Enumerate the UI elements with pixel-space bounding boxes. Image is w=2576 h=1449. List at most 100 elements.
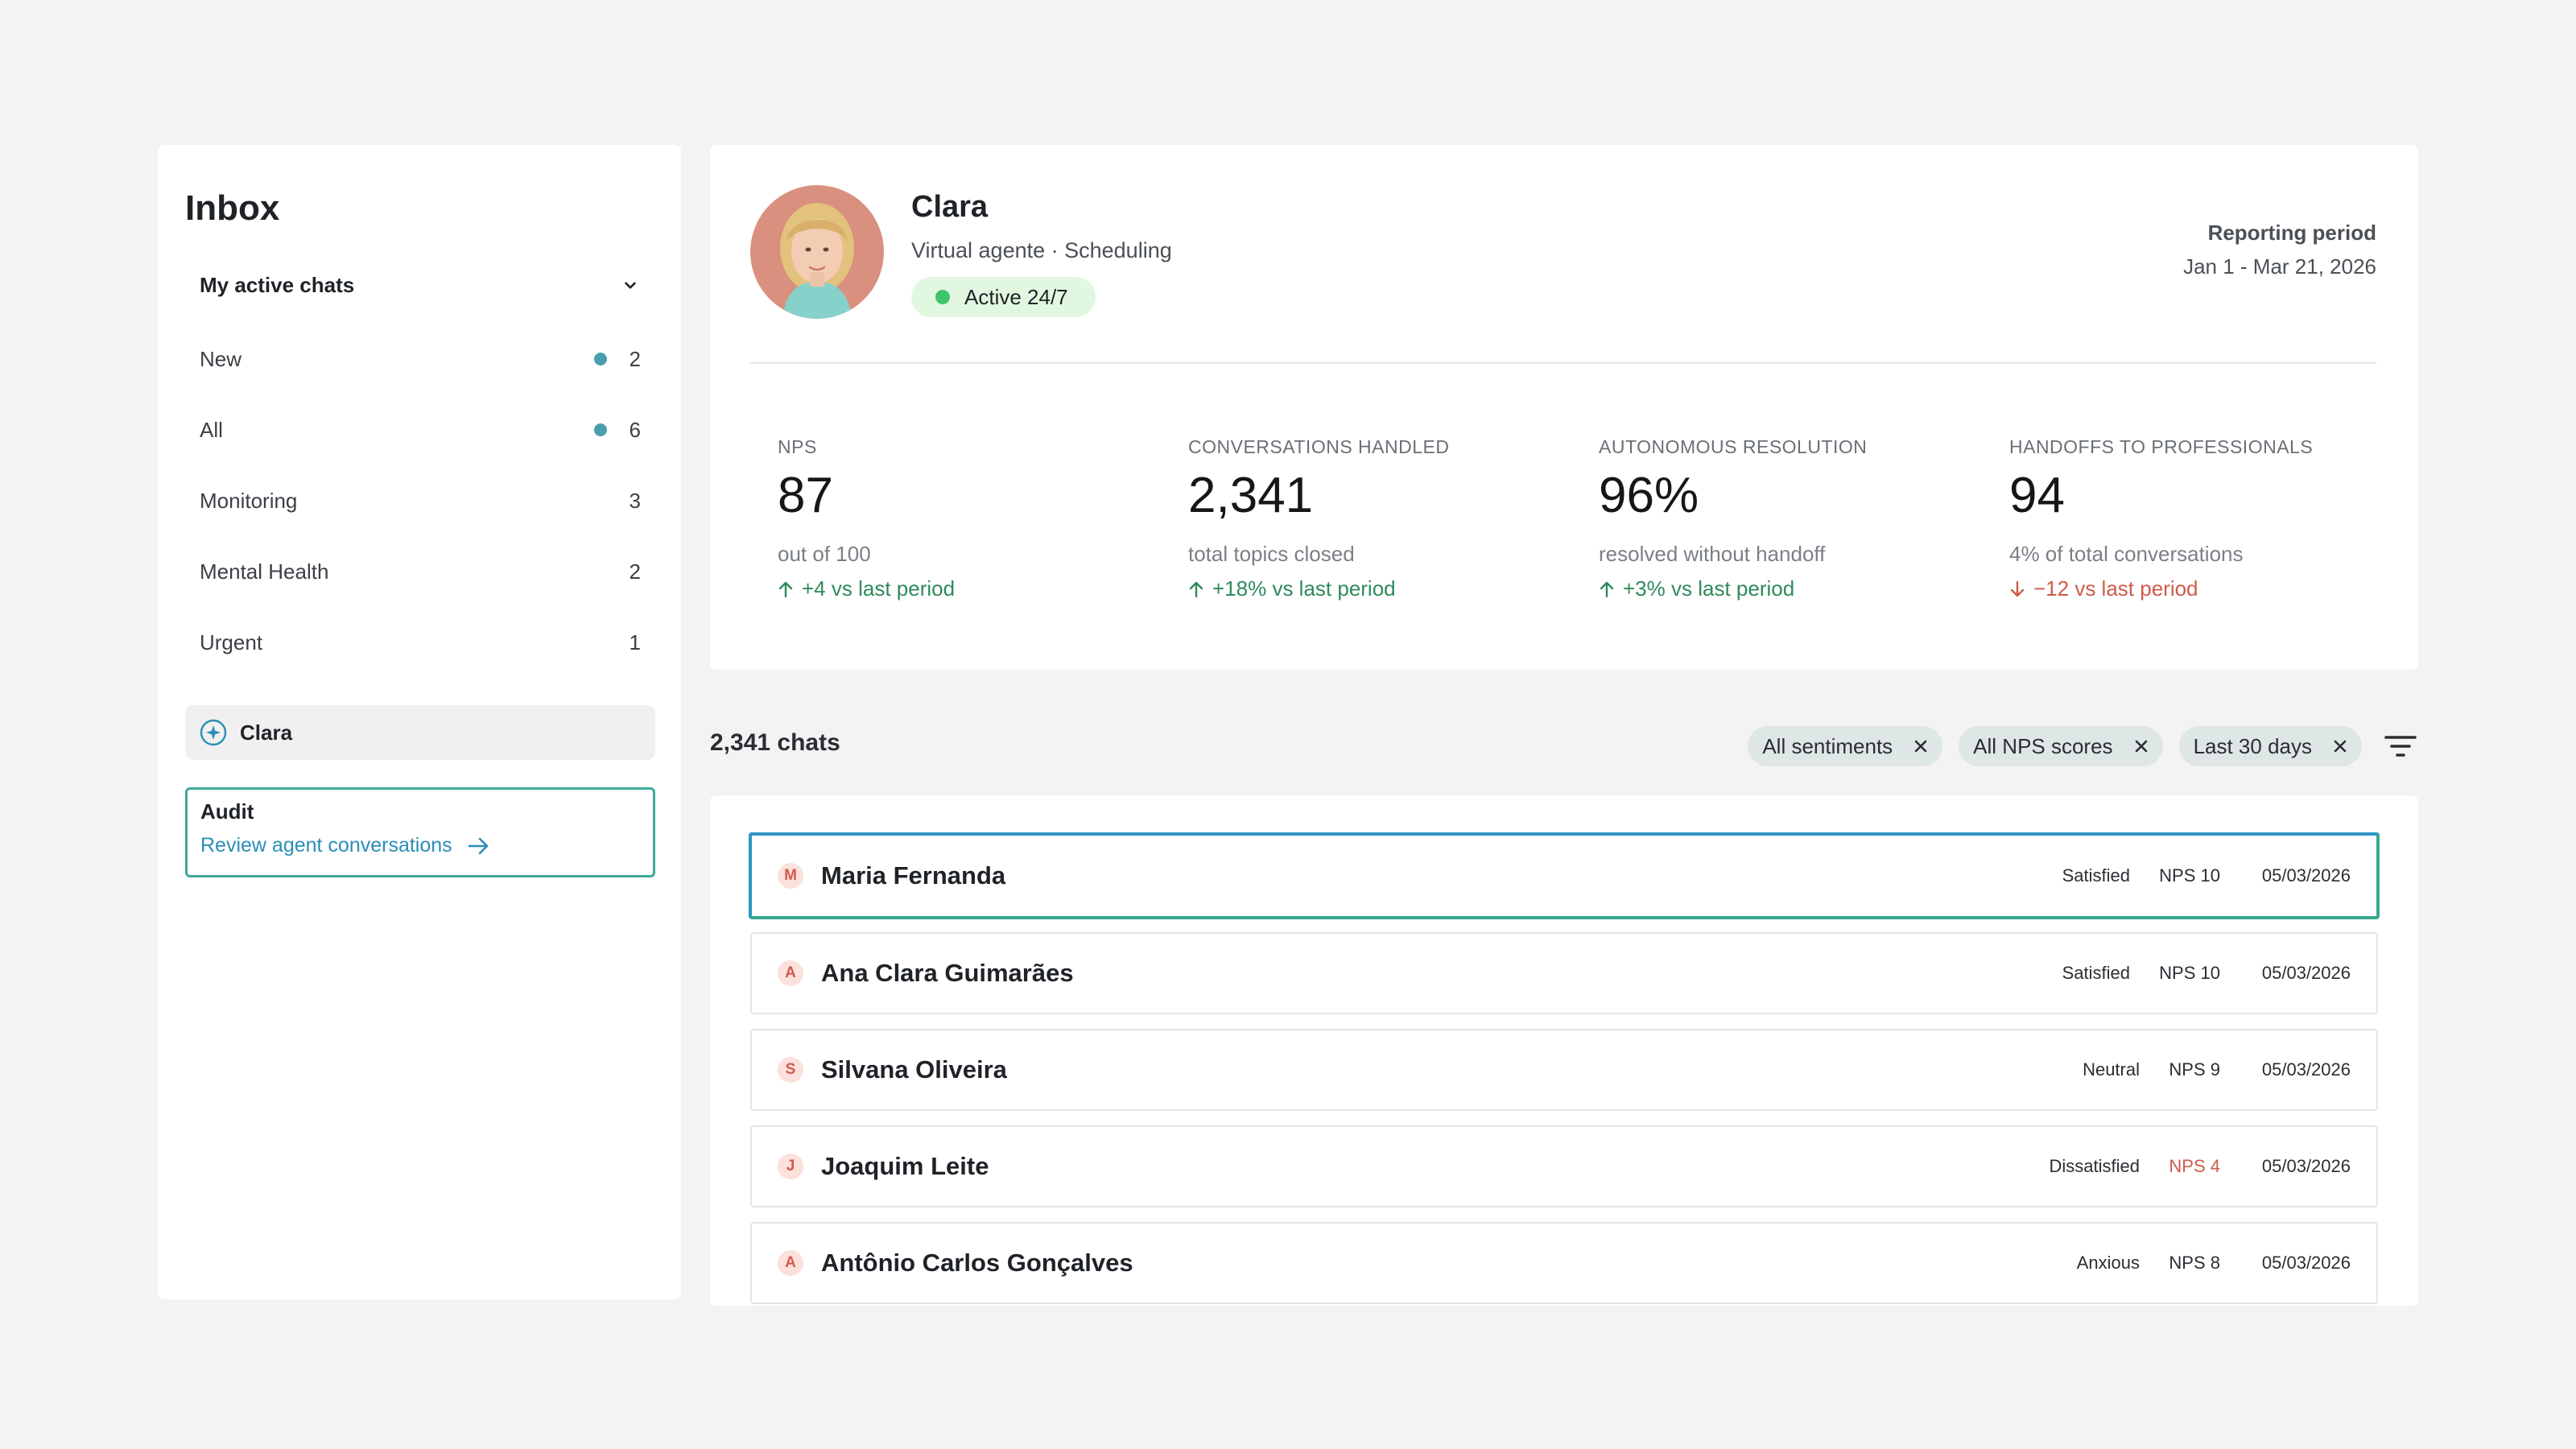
agent-overview-card: Clara Virtual agente · Scheduling Active…	[710, 145, 2418, 670]
nps-score: NPS 10	[2159, 963, 2220, 983]
metric-subtitle: 4% of total conversations	[2009, 542, 2244, 566]
arrow-up-icon	[1189, 581, 1203, 597]
metric-subtitle: resolved without handoff	[1599, 542, 1826, 566]
contact-name: Maria Fernanda	[821, 861, 1006, 890]
contact-name: Silvana Oliveira	[821, 1055, 1007, 1084]
filter-chip-label: Last 30 days	[2193, 733, 2312, 758]
chat-row[interactable]: M Maria Fernanda Satisfied NPS 10 05/03/…	[749, 832, 2380, 919]
metric-value: 87	[778, 468, 833, 523]
avatar	[750, 185, 884, 319]
item-count: 6	[629, 417, 641, 442]
arrow-up-icon	[1600, 581, 1614, 597]
my-active-chats-toggle[interactable]: My active chats	[185, 254, 655, 316]
close-icon[interactable]	[2333, 739, 2347, 753]
metric-delta: +18% vs last period	[1188, 576, 1599, 601]
sidebar-item-mental-health[interactable]: Mental Health 2	[185, 536, 655, 607]
unread-dot	[594, 353, 607, 365]
chat-list: M Maria Fernanda Satisfied NPS 10 05/03/…	[710, 795, 2418, 1306]
metric-delta-label: −12 vs last period	[2033, 576, 2198, 601]
filter-chip-nps[interactable]: All NPS scores	[1959, 726, 2163, 766]
metric-conversations-handled: CONVERSATIONS HANDLED 2,341 total topics…	[1188, 436, 1599, 601]
chat-date: 05/03/2026	[2261, 963, 2351, 983]
arrow-right-icon	[468, 837, 488, 854]
filter-chip-label: All sentiments	[1762, 733, 1893, 758]
chat-date: 05/03/2026	[2261, 1253, 2351, 1273]
sidebar-item-label: Mental Health	[200, 559, 329, 584]
sentiment-label: Anxious	[2076, 1253, 2140, 1273]
filter-chip-sentiment[interactable]: All sentiments	[1748, 726, 1943, 766]
item-count: 3	[629, 488, 641, 513]
sentiment-label: Satisfied	[2062, 865, 2130, 886]
audit-title: Audit	[200, 799, 254, 824]
sparkle-icon	[200, 719, 227, 746]
metric-delta-label: +3% vs last period	[1623, 576, 1795, 601]
chat-row[interactable]: J Joaquim Leite Dissatisfied NPS 4 05/03…	[750, 1125, 2378, 1208]
sidebar-item-urgent[interactable]: Urgent 1	[185, 607, 655, 678]
contact-initial: M	[778, 863, 803, 889]
close-icon[interactable]	[2134, 739, 2149, 753]
metric-delta-label: +4 vs last period	[802, 576, 956, 601]
sidebar-item-label: Clara	[240, 720, 293, 745]
review-conversations-link[interactable]: Review agent conversations	[200, 834, 640, 857]
section-label: My active chats	[200, 272, 355, 297]
sidebar-item-all[interactable]: All 6	[185, 394, 655, 465]
nps-score: NPS 9	[2169, 1059, 2220, 1080]
chat-row[interactable]: A Ana Clara Guimarães Satisfied NPS 10 0…	[750, 932, 2378, 1014]
sentiment-label: Dissatisfied	[2049, 1156, 2140, 1176]
status-badge: Active 24/7	[911, 277, 1096, 317]
sidebar-item-clara[interactable]: Clara	[185, 705, 655, 760]
sidebar-item-monitoring[interactable]: Monitoring 3	[185, 465, 655, 536]
metric-subtitle: out of 100	[778, 542, 871, 566]
metric-handoffs: HANDOFFS TO PROFESSIONALS 94 4% of total…	[2009, 436, 2388, 601]
metric-nps: NPS 87 out of 100 +4 vs last period	[778, 436, 1188, 601]
audit-card[interactable]: Audit Review agent conversations	[185, 787, 655, 877]
inbox-list: New 2 All 6 Monitoring 3 Mental Health 2…	[185, 324, 655, 678]
contact-initial: A	[778, 960, 803, 986]
sidebar-title: Inbox	[185, 188, 280, 228]
chevron-down-icon	[625, 282, 636, 289]
sidebar-item-new[interactable]: New 2	[185, 324, 655, 394]
filter-bar: All sentiments All NPS scores Last 30 da…	[1748, 726, 2418, 766]
sidebar-item-label: Urgent	[200, 630, 263, 654]
sentiment-label: Neutral	[2083, 1059, 2140, 1080]
filter-chip-date[interactable]: Last 30 days	[2178, 726, 2362, 766]
metrics-row: NPS 87 out of 100 +4 vs last period CONV…	[778, 436, 2388, 601]
metric-value: 94	[2009, 468, 2065, 523]
chat-date: 05/03/2026	[2261, 1059, 2351, 1080]
filter-chip-label: All NPS scores	[1973, 733, 2113, 758]
metric-delta: +3% vs last period	[1599, 576, 2009, 601]
sidebar-item-label: Monitoring	[200, 488, 298, 513]
metric-label: CONVERSATIONS HANDLED	[1188, 436, 1450, 457]
agent-role: Virtual agente · Scheduling	[911, 238, 1172, 262]
reporting-period-value[interactable]: Jan 1 - Mar 21, 2026	[2183, 254, 2376, 279]
nps-score: NPS 4	[2169, 1156, 2220, 1176]
metric-subtitle: total topics closed	[1188, 542, 1355, 566]
metric-value: 96%	[1599, 468, 1699, 523]
nps-score: NPS 8	[2169, 1253, 2220, 1273]
inbox-sidebar: Inbox My active chats New 2 All 6 Monito…	[158, 145, 681, 1299]
chats-count: 2,341 chats	[710, 729, 840, 756]
item-count: 1	[629, 630, 641, 654]
item-count: 2	[629, 559, 641, 584]
chat-row[interactable]: A Antônio Carlos Gonçalves Anxious NPS 8…	[750, 1222, 2378, 1304]
metric-label: AUTONOMOUS RESOLUTION	[1599, 436, 1868, 457]
close-icon[interactable]	[1913, 739, 1928, 753]
metric-delta: −12 vs last period	[2009, 576, 2388, 601]
metric-autonomous-resolution: AUTONOMOUS RESOLUTION 96% resolved witho…	[1599, 436, 2009, 601]
chat-date: 05/03/2026	[2261, 1156, 2351, 1176]
contact-initial: J	[778, 1154, 803, 1179]
filter-icon[interactable]	[2383, 729, 2418, 764]
status-label: Active 24/7	[964, 284, 1068, 309]
contact-name: Antônio Carlos Gonçalves	[821, 1249, 1133, 1277]
agent-name: Clara	[911, 190, 989, 224]
metric-label: NPS	[778, 436, 817, 457]
nps-score: NPS 10	[2159, 865, 2220, 886]
sentiment-label: Satisfied	[2062, 963, 2130, 983]
contact-initial: S	[778, 1057, 803, 1083]
arrow-down-icon	[2010, 580, 2025, 597]
sidebar-item-label: All	[200, 417, 223, 442]
chat-row[interactable]: S Silvana Oliveira Neutral NPS 9 05/03/2…	[750, 1029, 2378, 1111]
reporting-period-label: Reporting period	[2207, 221, 2376, 245]
metric-value: 2,341	[1188, 468, 1314, 523]
arrow-up-icon	[778, 581, 793, 597]
